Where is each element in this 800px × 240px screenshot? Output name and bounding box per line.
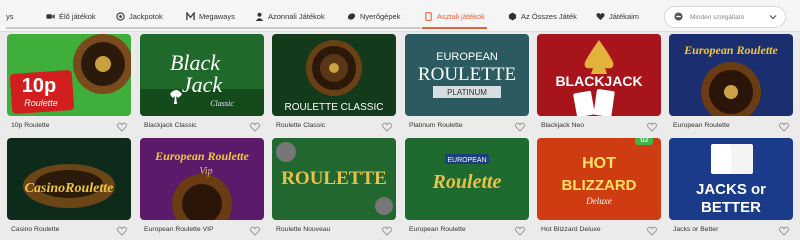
jackpot-icon xyxy=(116,11,125,21)
game-thumbnail-european-roulette-2[interactable]: EUROPEAN Roulette xyxy=(405,138,529,220)
tab-jackpots[interactable]: Jackpotok xyxy=(116,0,163,32)
tab-label: Azonnali Játékok xyxy=(268,11,325,21)
megaways-icon xyxy=(186,11,195,21)
svg-text:ROULETTE: ROULETTE xyxy=(281,168,387,189)
svg-text:HOT: HOT xyxy=(582,155,616,172)
tab-label: Az Összes Játék xyxy=(521,11,577,21)
game-thumbnail-platinum-roulette[interactable]: EUROPEAN ROULETTE PLATINUM xyxy=(405,34,529,116)
game-thumbnail-roulette-classic[interactable]: ROULETTE CLASSIC xyxy=(272,34,396,116)
game-thumbnail-hot-blizzard-deluxe[interactable]: HOT BLIZZARD Deluxe ÚJ xyxy=(537,138,661,220)
tab-label: ys xyxy=(6,11,14,21)
game-thumbnail-blackjack-classic[interactable]: Black Jack Classic xyxy=(140,34,264,116)
game-thumbnail-jacks-or-better[interactable]: JACKS or BETTER xyxy=(669,138,793,220)
svg-text:CasinoRoulette: CasinoRoulette xyxy=(25,181,114,196)
provider-select[interactable]: Minden szolgáltató xyxy=(664,6,786,28)
favorite-heart-icon[interactable] xyxy=(250,223,260,236)
game-thumbnail-european-roulette[interactable]: European Roulette xyxy=(669,34,793,116)
user-icon xyxy=(255,12,264,21)
game-thumbnail-roulette-nouveau[interactable]: ROULETTE xyxy=(272,138,396,220)
tab-label: Élő játékok xyxy=(59,11,96,21)
game-title: 10p Roulette xyxy=(11,122,50,129)
tab-label: Nyerőgépek xyxy=(360,11,401,21)
gamepad-icon xyxy=(673,11,684,23)
svg-text:JACKS or: JACKS or xyxy=(696,181,766,198)
cards-icon xyxy=(424,11,433,21)
tab-slots[interactable]: Nyerőgépek xyxy=(347,0,400,32)
favorite-heart-icon[interactable] xyxy=(647,119,657,132)
svg-text:European Roulette: European Roulette xyxy=(683,43,778,57)
favorite-heart-icon[interactable] xyxy=(779,223,789,236)
favorite-heart-icon[interactable] xyxy=(647,223,657,236)
tab-label: Asztali játékok xyxy=(437,11,485,21)
game-title: Casino Roulette xyxy=(11,226,60,233)
provider-select-value: Minden szolgáltató xyxy=(690,13,745,21)
svg-text:EUROPEAN: EUROPEAN xyxy=(436,51,498,63)
svg-text:ROULETTE CLASSIC: ROULETTE CLASSIC xyxy=(285,102,384,113)
svg-text:BLIZZARD: BLIZZARD xyxy=(562,177,637,194)
favorite-heart-icon[interactable] xyxy=(382,223,392,236)
camera-icon xyxy=(46,12,55,21)
svg-text:ROULETTE: ROULETTE xyxy=(418,64,516,85)
slot-icon xyxy=(347,12,356,21)
game-title: European Roulette VIP xyxy=(144,226,214,233)
tab-instant-games[interactable]: Azonnali Játékok xyxy=(255,0,325,32)
svg-text:European Roulette: European Roulette xyxy=(154,149,249,163)
favorite-heart-icon[interactable] xyxy=(117,119,127,132)
tab-label: Megaways xyxy=(199,11,235,21)
game-title: Hot Blizzard Deluxe xyxy=(541,226,601,233)
svg-text:BETTER: BETTER xyxy=(701,199,761,216)
svg-text:Roulette: Roulette xyxy=(432,171,502,193)
svg-text:Vip: Vip xyxy=(199,166,212,177)
game-title: Roulette Nouveau xyxy=(276,226,331,233)
tab-all-games[interactable]: Az Összes Játék xyxy=(508,0,577,32)
svg-text:PLATINUM: PLATINUM xyxy=(447,88,487,97)
game-title: European Roulette xyxy=(409,226,466,233)
game-thumbnail-10p-roulette[interactable]: 10p Roulette xyxy=(7,34,131,116)
favorite-heart-icon[interactable] xyxy=(779,119,789,132)
game-title: Blackjack Classic xyxy=(144,122,197,129)
svg-text:Deluxe: Deluxe xyxy=(585,196,611,206)
category-tabbar: ys Élő játékok Jackpotok Megaways Azonna xyxy=(0,0,800,32)
game-title: European Roulette xyxy=(673,122,730,129)
tab-label: Jackpotok xyxy=(129,11,163,21)
svg-text:Roulette: Roulette xyxy=(24,98,58,108)
tab-my-games[interactable]: Játékaim xyxy=(596,0,639,32)
tab-live-games[interactable]: Élő játékok xyxy=(46,0,96,32)
game-thumbnail-blackjack-neo[interactable]: BLACKJACK xyxy=(537,34,661,116)
game-title: Roulette Classic xyxy=(276,122,326,129)
favorite-heart-icon[interactable] xyxy=(250,119,260,132)
favorite-heart-icon[interactable] xyxy=(515,223,525,236)
game-thumbnail-casino-roulette[interactable]: CasinoRoulette xyxy=(7,138,131,220)
chevron-down-icon xyxy=(769,13,777,22)
grid-icon xyxy=(508,11,517,21)
new-badge: ÚJ xyxy=(635,138,653,145)
game-title: Blackjack Neo xyxy=(541,122,585,129)
favorite-heart-icon[interactable] xyxy=(382,119,392,132)
tab-partial[interactable]: ys xyxy=(6,0,14,32)
svg-text:Classic: Classic xyxy=(210,99,234,108)
svg-text:BLACKJACK: BLACKJACK xyxy=(555,73,642,89)
svg-text:10p: 10p xyxy=(22,75,56,97)
tab-megaways[interactable]: Megaways xyxy=(186,0,235,32)
heart-icon xyxy=(596,12,605,21)
game-title: Platinum Roulette xyxy=(409,122,463,129)
tab-label: Játékaim xyxy=(609,11,640,21)
page: ys Élő játékok Jackpotok Megaways Azonna xyxy=(0,0,800,240)
favorite-heart-icon[interactable] xyxy=(117,223,127,236)
favorite-heart-icon[interactable] xyxy=(515,119,525,132)
tab-table-games[interactable]: Asztali játékok xyxy=(422,0,487,32)
svg-text:Jack: Jack xyxy=(182,72,224,97)
svg-text:EUROPEAN: EUROPEAN xyxy=(447,157,486,164)
game-thumbnail-european-roulette-vip[interactable]: European Roulette Vip xyxy=(140,138,264,220)
game-title: Jacks or Better xyxy=(673,226,719,233)
